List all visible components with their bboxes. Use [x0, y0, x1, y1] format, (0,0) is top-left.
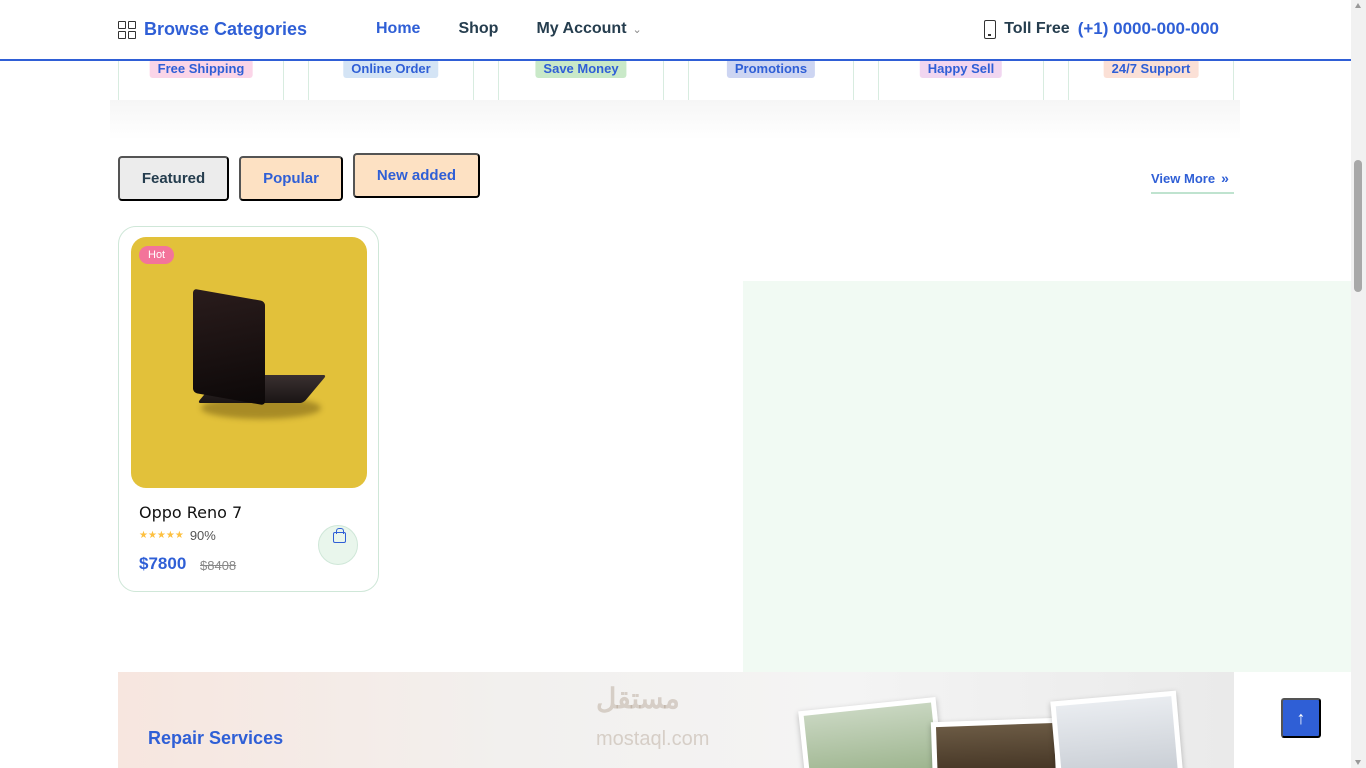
chevron-down-icon: ⌄: [632, 24, 642, 36]
add-to-cart-icon: [333, 528, 346, 543]
section-shadow: [110, 100, 1240, 140]
nav-my-account-link[interactable]: My Account ⌄: [536, 20, 641, 38]
clothing-photo: [1050, 690, 1184, 768]
browse-categories-label: Browse Categories: [144, 19, 308, 39]
add-to-cart-button[interactable]: [318, 525, 358, 565]
scroll-down-arrow-icon[interactable]: [1355, 760, 1361, 765]
repair-services-banner: مستقل mostaql.com Repair Services: [118, 672, 1234, 768]
tab-popular[interactable]: Popular: [239, 156, 343, 201]
feature-badge: Free Shipping: [149, 59, 253, 78]
nav-my-account-label: My Account: [536, 20, 627, 37]
laptop-lid: [193, 288, 265, 406]
scrollbar-thumb[interactable]: [1354, 160, 1362, 292]
back-to-top-button[interactable]: ↑: [1281, 698, 1321, 738]
feature-badge: 24/7 Support: [1103, 59, 1199, 78]
nav-shop-link[interactable]: Shop: [458, 20, 498, 38]
nav-home-link[interactable]: Home: [376, 20, 420, 38]
site-header: Browse Categories Home Shop My Account ⌄ …: [0, 0, 1351, 61]
page-scrollbar[interactable]: [1351, 0, 1366, 768]
feature-badge: Online Order: [343, 59, 439, 78]
tab-featured[interactable]: Featured: [118, 156, 229, 201]
product-price: $7800: [139, 554, 187, 573]
feature-badge: Happy Sell: [919, 59, 1003, 78]
view-more-link[interactable]: View More »: [1151, 171, 1234, 194]
product-name-link[interactable]: Oppo Reno 7: [139, 503, 242, 522]
main-nav: Home Shop My Account ⌄: [376, 20, 642, 38]
view-more-label: View More: [1151, 171, 1216, 186]
toll-free-contact: Toll Free (+1) 0000-000-000: [984, 19, 1219, 39]
scroll-up-arrow-icon[interactable]: [1355, 3, 1361, 8]
double-chevron-right-icon: »: [1221, 170, 1229, 186]
tab-new-added[interactable]: New added: [353, 153, 480, 198]
clothing-photo: [930, 717, 1062, 768]
product-image[interactable]: Hot: [131, 237, 367, 488]
page: Free Shipping Online Order Save Money Pr…: [0, 0, 1366, 768]
star-rating-icon: ★★★★★: [139, 530, 184, 541]
clothing-photo: [798, 697, 944, 768]
feature-badge: Save Money: [535, 59, 627, 78]
product-rating: ★★★★★ 90%: [139, 528, 216, 543]
grid-icon: [118, 20, 136, 39]
hot-badge: Hot: [139, 246, 175, 264]
phone-icon: [984, 19, 997, 39]
product-old-price: $8408: [200, 558, 237, 573]
toll-free-label: Toll Free: [1004, 20, 1070, 37]
feature-badge: Promotions: [726, 59, 816, 78]
rating-percent: 90%: [189, 528, 216, 543]
product-card[interactable]: Hot Oppo Reno 7 ★★★★★ 90% $7800 $8408: [118, 226, 379, 592]
watermark-logo: مستقل: [596, 683, 680, 714]
repair-services-title: Repair Services: [148, 728, 284, 748]
mint-background-panel: [743, 281, 1351, 672]
watermark-url: mostaql.com: [596, 728, 710, 750]
browse-categories-button[interactable]: Browse Categories: [118, 19, 307, 40]
toll-free-number-link[interactable]: (+1) 0000-000-000: [1078, 19, 1219, 39]
arrow-up-icon: ↑: [1296, 707, 1306, 728]
